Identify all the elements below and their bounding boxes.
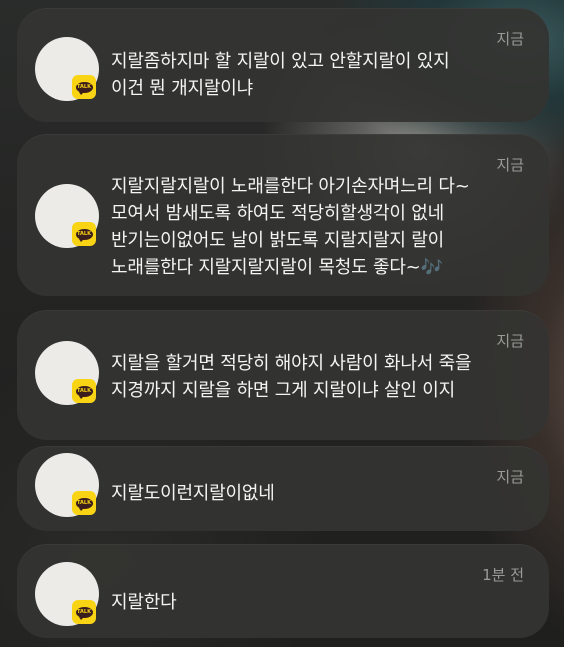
talk-label: TALK (75, 81, 93, 95)
sender-avatar-group: TALK (35, 453, 99, 517)
notification-message: 지랄도이런지랄이없네 (111, 483, 275, 504)
notification-card[interactable]: TALK 1분 전 지랄한다 (17, 544, 549, 638)
kakaotalk-badge-icon: TALK (72, 379, 96, 403)
sender-avatar-group: TALK (35, 562, 99, 626)
notification-time: 지금 (496, 30, 524, 48)
talk-label: TALK (75, 497, 93, 511)
kakaotalk-badge-icon: TALK (72, 600, 96, 624)
talk-label: TALK (75, 385, 93, 399)
notification-time: 지금 (496, 332, 524, 350)
notification-time: 지금 (496, 156, 524, 174)
notification-card[interactable]: TALK 지금 지랄좀하지마 할 지랄이 있고 안할지랄이 있지 이건 뭔 개지… (17, 8, 549, 122)
talk-label: TALK (75, 228, 93, 242)
sender-avatar-group: TALK (35, 37, 99, 101)
kakaotalk-badge-icon: TALK (72, 75, 96, 99)
notification-message: 지랄지랄지랄이 노래를한다 아기손자며느리 다~ 모여서 밤새도록 하여도 적당… (111, 176, 470, 278)
kakaotalk-badge-icon: TALK (72, 491, 96, 515)
notification-card[interactable]: TALK 지금 지랄을 할거면 적당히 해야지 사람이 화나서 죽을 지경까지 … (17, 310, 549, 440)
notification-message: 지랄한다 (111, 592, 177, 613)
notification-message: 지랄을 할거면 적당히 해야지 사람이 화나서 죽을 지경까지 지랄을 하면 그… (111, 353, 472, 401)
talk-label: TALK (75, 606, 93, 620)
notification-card[interactable]: TALK 지금 지랄지랄지랄이 노래를한다 아기손자며느리 다~ 모여서 밤새도… (17, 134, 549, 296)
notification-time: 1분 전 (482, 566, 524, 584)
notification-message: 지랄좀하지마 할 지랄이 있고 안할지랄이 있지 이건 뭔 개지랄이냐 (111, 51, 450, 99)
sender-avatar-group: TALK (35, 184, 99, 248)
notification-card[interactable]: TALK 지금 지랄도이런지랄이없네 (17, 446, 549, 531)
kakaotalk-badge-icon: TALK (72, 222, 96, 246)
sender-avatar-group: TALK (35, 341, 99, 405)
